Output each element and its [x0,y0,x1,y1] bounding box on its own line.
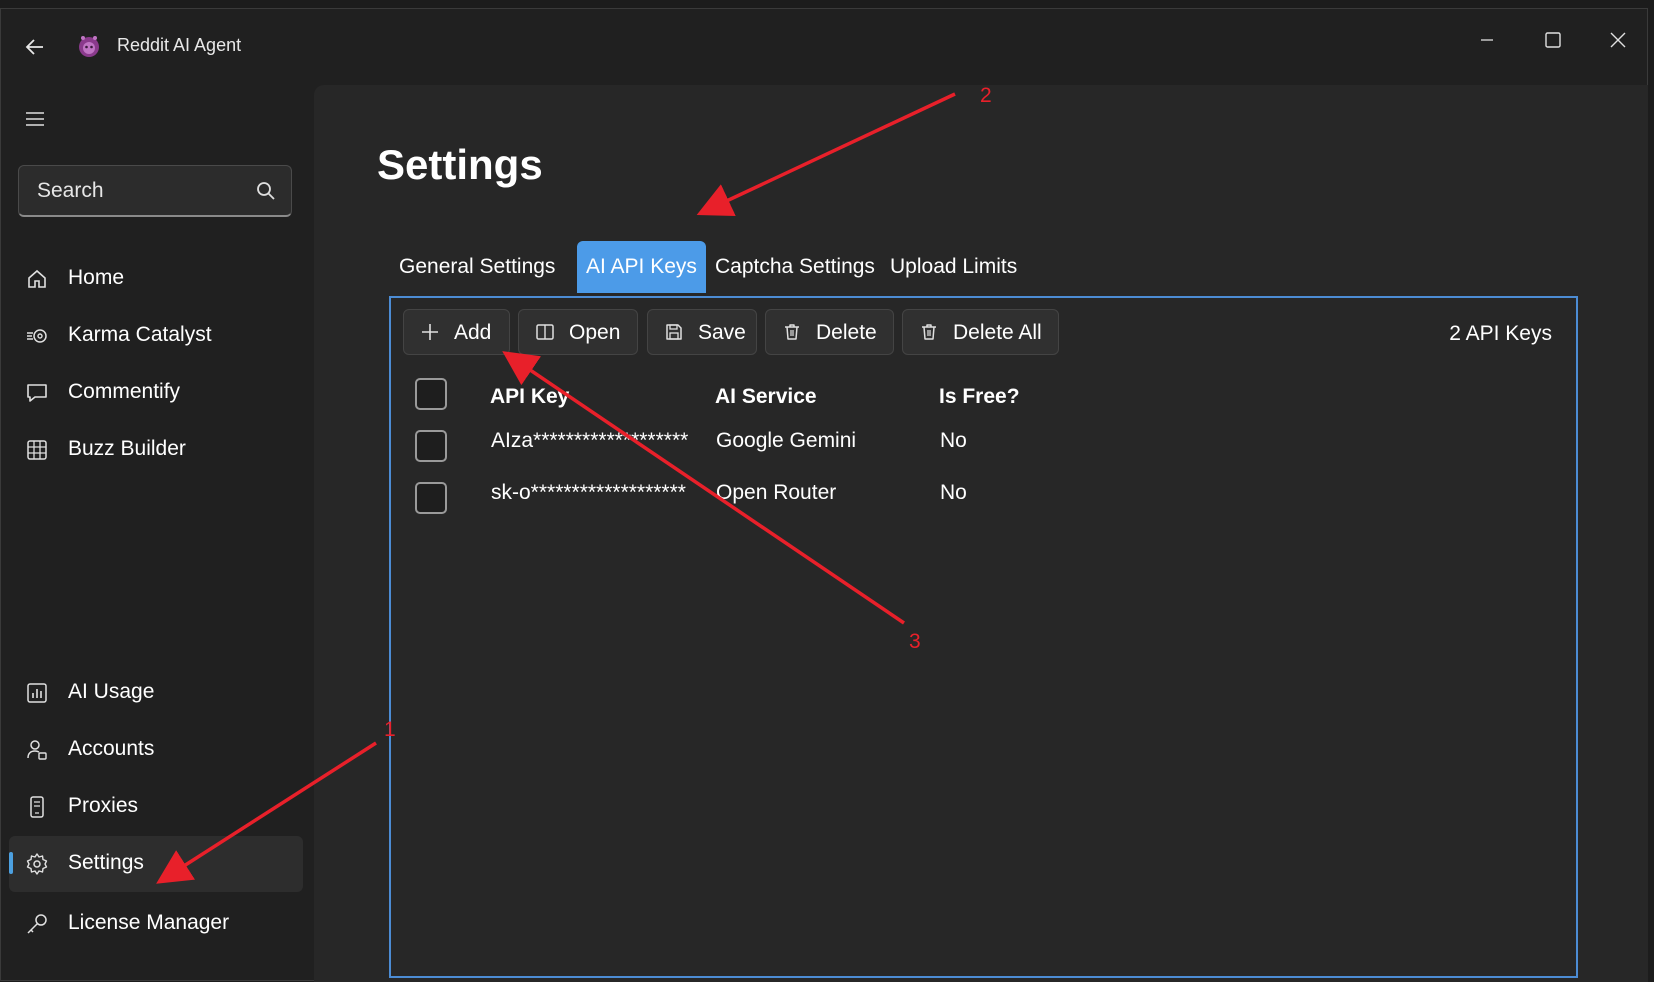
book-open-icon [536,324,554,340]
sidebar-item-label: Home [68,266,125,289]
annotation-label-3: 3 [909,630,921,653]
api-keys-panel: Add Open Save Delete Delete All 2 API Ke… [389,296,1578,978]
column-header-is-free[interactable]: Is Free? [939,385,1020,409]
chart-icon [27,683,47,703]
is-free-cell: No [940,481,967,504]
open-button-label: Open [569,321,621,344]
sidebar-item-label: Karma Catalyst [68,323,212,346]
title-bar: Reddit AI Agent [1,9,1647,79]
delete-button[interactable]: Delete [765,309,894,355]
search-icon[interactable] [255,180,277,202]
sidebar-item-settings[interactable]: Settings [9,836,303,892]
sidebar-item-label: Commentify [68,380,181,403]
search-input[interactable] [35,166,259,216]
key-icon [27,914,47,934]
phone-icon [30,796,44,818]
sidebar-item-commentify[interactable]: Commentify [9,365,303,421]
open-button[interactable]: Open [518,309,638,355]
user-icon [27,740,47,760]
trash-icon [785,324,799,340]
column-header-api-key[interactable]: API Key [490,385,569,409]
app-title: Reddit AI Agent [117,35,242,55]
back-arrow-icon[interactable] [23,35,47,59]
delete-all-button[interactable]: Delete All [902,309,1059,355]
sidebar-item-ai-usage[interactable]: AI Usage [9,665,303,721]
trash-icon [922,324,936,340]
tab-ai-api-keys[interactable]: AI API Keys [577,241,706,293]
ai-service-cell: Open Router [716,481,837,504]
minimize-icon[interactable] [1467,23,1507,57]
grid-icon [27,440,47,460]
sidebar-item-home[interactable]: Home [9,251,303,307]
annotation-label-2: 2 [980,84,992,107]
home-icon [28,269,46,288]
sidebar-item-label: Proxies [68,794,139,817]
sidebar-item-license-manager[interactable]: License Manager [9,896,303,952]
hamburger-menu-icon[interactable] [23,109,47,129]
sidebar-item-label: AI Usage [68,680,155,703]
sidebar-item-karma-catalyst[interactable]: Karma Catalyst [9,308,303,364]
karma-icon [27,329,47,343]
sidebar-item-label: Settings [68,851,144,874]
comment-icon [27,384,47,402]
tab-general-settings[interactable]: General Settings [390,241,564,293]
sidebar-item-label: Buzz Builder [68,437,186,460]
sidebar-item-label: Accounts [68,737,155,760]
select-all-checkbox[interactable] [415,378,447,410]
delete-all-button-label: Delete All [953,321,1042,344]
row-checkbox[interactable] [415,430,447,462]
save-icon [666,324,682,340]
tab-upload-limits[interactable]: Upload Limits [881,241,1026,293]
main-content: Settings General Settings AI API Keys Ca… [314,85,1648,982]
ai-service-cell: Google Gemini [716,429,857,452]
search-box [18,165,292,217]
maximize-icon[interactable] [1533,23,1573,57]
tab-captcha-settings[interactable]: Captcha Settings [706,241,884,293]
save-button-label: Save [698,321,746,344]
api-key-cell: sk-o******************* [491,481,686,504]
is-free-cell: No [940,429,967,452]
sidebar-item-accounts[interactable]: Accounts [9,722,303,778]
add-button[interactable]: Add [403,309,510,355]
row-checkbox[interactable] [415,482,447,514]
plus-icon [422,324,438,340]
add-button-label: Add [454,321,492,344]
page-title: Settings [377,141,543,188]
sidebar-item-label: License Manager [68,911,230,934]
active-indicator [9,852,13,874]
column-header-ai-service[interactable]: AI Service [715,385,817,409]
annotation-label-1: 1 [384,718,396,741]
close-icon[interactable] [1598,23,1638,57]
api-key-cell: AIza******************* [491,429,689,452]
sidebar-item-proxies[interactable]: Proxies [9,779,303,835]
sidebar-item-buzz-builder[interactable]: Buzz Builder [9,422,303,478]
delete-button-label: Delete [816,321,877,344]
app-logo-icon [79,36,99,57]
app-window: Reddit AI Agent Home Karma C [0,8,1648,982]
gear-icon [26,853,48,875]
api-key-count: 2 API Keys [1449,322,1552,345]
save-button[interactable]: Save [647,309,757,355]
